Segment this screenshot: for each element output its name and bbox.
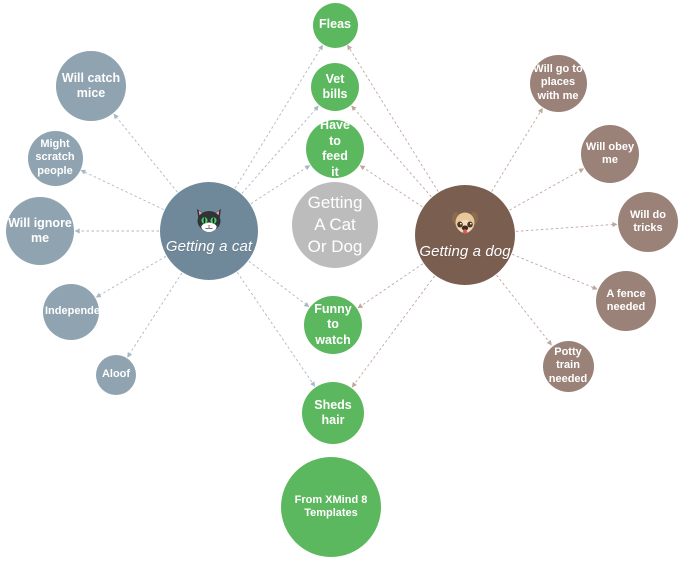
edge-cat-to-sheds-hair bbox=[236, 272, 314, 385]
edge-cat-to-aloof-arrowhead bbox=[127, 352, 133, 358]
node-label-a-fence-needed: A fence needed bbox=[606, 287, 646, 313]
edge-cat-to-sheds-hair-arrowhead bbox=[310, 381, 316, 387]
node-cat-root[interactable]: Getting a cat bbox=[160, 182, 258, 280]
edge-cat-to-might-scratch bbox=[83, 171, 164, 211]
edge-cat-to-will-ignore-me-arrowhead bbox=[74, 228, 80, 234]
edge-cat-to-independent-arrowhead bbox=[95, 292, 102, 298]
node-label-will-obey-me: Will obey me bbox=[585, 140, 635, 166]
edge-cat-to-vet-bills-arrowhead bbox=[313, 105, 319, 111]
node-funny-to-watch[interactable]: Funny to watch bbox=[304, 296, 362, 354]
edge-cat-to-aloof bbox=[128, 272, 183, 356]
node-dog-root[interactable]: Getting a dog bbox=[415, 185, 515, 285]
node-label-from-xmind-templates: From XMind 8 Templates bbox=[294, 494, 368, 519]
node-label-independent: Independent bbox=[45, 305, 99, 318]
edge-cat-to-independent bbox=[98, 255, 167, 297]
edge-dog-to-a-fence-needed-arrowhead bbox=[592, 285, 598, 290]
edge-dog-to-will-go-to-places-arrowhead bbox=[538, 107, 543, 114]
edge-dog-to-sheds-hair bbox=[353, 275, 435, 386]
node-label-will-ignore-me: Will ignore me bbox=[8, 215, 72, 245]
edge-dog-to-funny-to-watch bbox=[360, 263, 424, 307]
edge-cat-to-have-to-feed-it bbox=[250, 166, 308, 205]
node-might-scratch[interactable]: Might scratch people bbox=[27, 130, 83, 186]
node-label-vet-bills: Vet bills bbox=[322, 71, 348, 102]
node-label-fleas: Fleas bbox=[319, 17, 351, 32]
node-will-catch-mice[interactable]: Will catch mice bbox=[56, 51, 126, 121]
node-label-center: Getting A Cat Or Dog bbox=[307, 193, 363, 256]
cat-face-icon bbox=[194, 206, 224, 237]
node-label-potty-train: Potty train needed bbox=[548, 345, 588, 385]
node-will-do-tricks[interactable]: Will do tricks bbox=[618, 192, 678, 252]
node-label-funny-to-watch: Funny to watch bbox=[314, 301, 352, 347]
node-will-ignore-me[interactable]: Will ignore me bbox=[6, 197, 74, 265]
node-independent[interactable]: Independent bbox=[43, 284, 99, 340]
edge-dog-to-will-do-tricks-arrowhead bbox=[612, 222, 618, 228]
edge-dog-to-vet-bills bbox=[353, 107, 432, 197]
edge-dog-to-potty-train-arrowhead bbox=[546, 339, 552, 346]
dog-face-icon bbox=[451, 209, 479, 242]
edge-cat-to-will-catch-mice-arrowhead bbox=[113, 113, 119, 120]
edge-dog-to-have-to-feed-it-arrowhead bbox=[359, 165, 366, 171]
edge-dog-to-funny-to-watch-arrowhead bbox=[357, 303, 364, 309]
node-potty-train[interactable]: Potty train needed bbox=[542, 340, 594, 392]
edge-dog-to-will-obey-me bbox=[509, 169, 582, 211]
node-label-will-go-to-places: Will go to places with me bbox=[533, 62, 583, 102]
edge-cat-to-fleas-arrowhead bbox=[318, 44, 323, 51]
node-vet-bills[interactable]: Vet bills bbox=[311, 63, 359, 111]
edge-dog-to-vet-bills-arrowhead bbox=[351, 105, 357, 111]
edge-dog-to-will-obey-me-arrowhead bbox=[578, 168, 585, 174]
node-label-will-catch-mice: Will catch mice bbox=[61, 70, 121, 100]
node-will-obey-me[interactable]: Will obey me bbox=[581, 125, 639, 183]
edge-dog-to-will-go-to-places bbox=[491, 110, 542, 192]
edge-dog-to-will-do-tricks bbox=[515, 223, 615, 232]
edge-cat-to-fleas bbox=[234, 47, 322, 189]
node-label-sheds-hair: Sheds hair bbox=[314, 397, 352, 428]
edge-dog-to-sheds-hair-arrowhead bbox=[351, 382, 357, 388]
node-a-fence-needed[interactable]: A fence needed bbox=[596, 271, 656, 331]
node-label-have-to-feed-it: Have to feed it bbox=[320, 120, 350, 178]
node-center[interactable]: Getting A Cat Or Dog bbox=[292, 182, 378, 268]
edge-cat-to-funny-to-watch-arrowhead bbox=[303, 302, 310, 308]
edge-dog-to-have-to-feed-it bbox=[362, 166, 423, 208]
node-fleas[interactable]: Fleas bbox=[312, 2, 358, 48]
mindmap-canvas: Getting a cat Getting a dog Getting A Cat… bbox=[0, 0, 683, 563]
edge-cat-to-will-catch-mice bbox=[115, 115, 178, 193]
node-aloof[interactable]: Aloof bbox=[96, 355, 136, 395]
edge-dog-to-fleas-arrowhead bbox=[347, 44, 352, 51]
edge-dog-to-fleas bbox=[348, 47, 439, 192]
node-from-xmind-templates[interactable]: From XMind 8 Templates bbox=[281, 457, 381, 557]
node-label-will-do-tricks: Will do tricks bbox=[630, 208, 666, 234]
edge-dog-to-potty-train bbox=[496, 274, 551, 344]
edge-cat-to-have-to-feed-it-arrowhead bbox=[304, 165, 311, 171]
node-label-might-scratch: Might scratch people bbox=[35, 137, 75, 177]
node-label-aloof: Aloof bbox=[101, 368, 131, 381]
edge-cat-to-might-scratch-arrowhead bbox=[80, 169, 87, 175]
node-label-dog-root: Getting a dog bbox=[419, 243, 511, 260]
edge-cat-to-funny-to-watch bbox=[248, 260, 307, 306]
node-will-go-to-places[interactable]: Will go to places with me bbox=[529, 54, 587, 112]
node-sheds-hair[interactable]: Sheds hair bbox=[302, 382, 364, 444]
edge-dog-to-a-fence-needed bbox=[512, 253, 595, 289]
node-have-to-feed-it[interactable]: Have to feed it bbox=[306, 120, 364, 178]
node-label-cat-root: Getting a cat bbox=[165, 238, 253, 255]
